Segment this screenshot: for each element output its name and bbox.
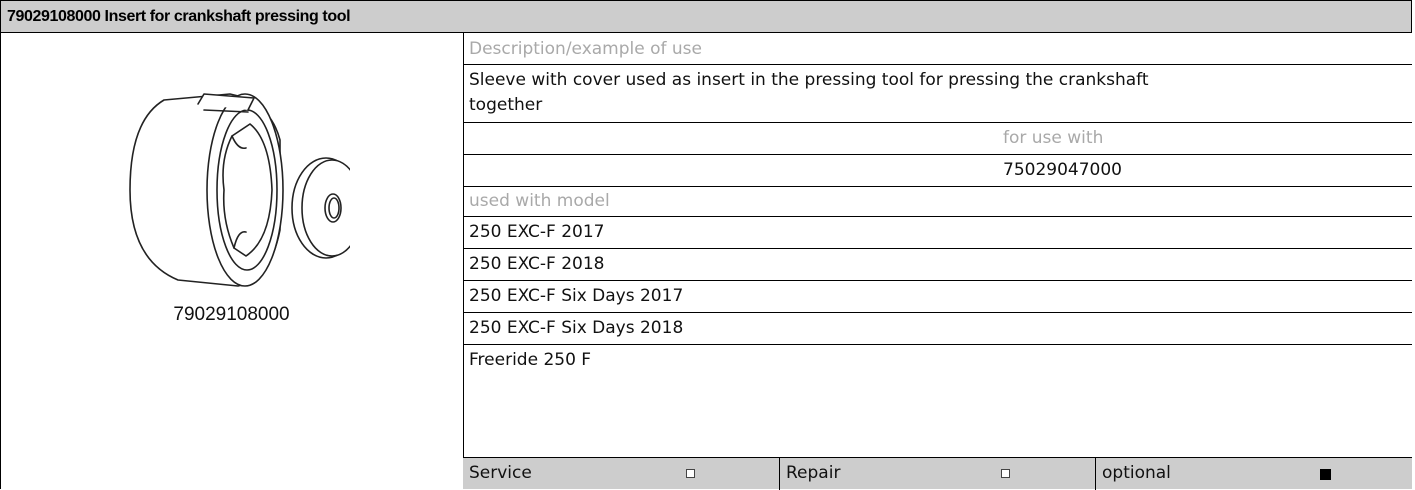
description-text-line1: Sleeve with cover used as insert in the … — [469, 70, 1149, 90]
row-divider — [463, 344, 1412, 345]
description-label: Description/example of use — [469, 39, 703, 59]
model-item: 250 EXC-F 2018 — [469, 254, 605, 274]
row-divider — [463, 122, 1412, 123]
service-label: Service — [469, 463, 532, 483]
optional-checkbox-filled-icon — [1320, 469, 1331, 480]
repair-cell: Repair — [780, 458, 1095, 489]
optional-label: optional — [1102, 463, 1171, 483]
for-use-with-value: 75029047000 — [1003, 160, 1122, 180]
for-use-with-label: for use with — [1003, 128, 1104, 148]
model-item: 250 EXC-F Six Days 2017 — [469, 286, 684, 306]
description-text-line2: together — [469, 95, 543, 115]
column-divider — [463, 33, 464, 489]
row-divider — [463, 280, 1412, 281]
service-checkbox-icon — [686, 469, 695, 478]
row-divider — [463, 216, 1412, 217]
row-divider — [463, 64, 1412, 65]
row-divider — [463, 248, 1412, 249]
used-with-model-label: used with model — [469, 191, 610, 211]
sleeve-with-cover-icon — [120, 80, 363, 300]
repair-label: Repair — [786, 463, 841, 483]
page-title: 79029108000 Insert for crankshaft pressi… — [7, 8, 351, 25]
service-cell: Service — [463, 458, 779, 489]
model-item: 250 EXC-F 2017 — [469, 222, 605, 242]
optional-cell: optional — [1096, 458, 1412, 489]
repair-checkbox-icon — [1001, 469, 1010, 478]
row-divider — [463, 186, 1412, 187]
usage-category-bar: Service Repair optional — [463, 457, 1412, 490]
row-divider — [463, 154, 1412, 155]
model-item: 250 EXC-F Six Days 2018 — [469, 318, 684, 338]
model-item: Freeride 250 F — [469, 350, 592, 370]
tool-datasheet: 79029108000 Insert for crankshaft pressi… — [0, 0, 1415, 490]
left-border — [0, 33, 1, 489]
part-number-caption: 79029108000 — [173, 304, 290, 325]
title-bar: 79029108000 Insert for crankshaft pressi… — [0, 0, 1412, 33]
row-divider — [463, 312, 1412, 313]
